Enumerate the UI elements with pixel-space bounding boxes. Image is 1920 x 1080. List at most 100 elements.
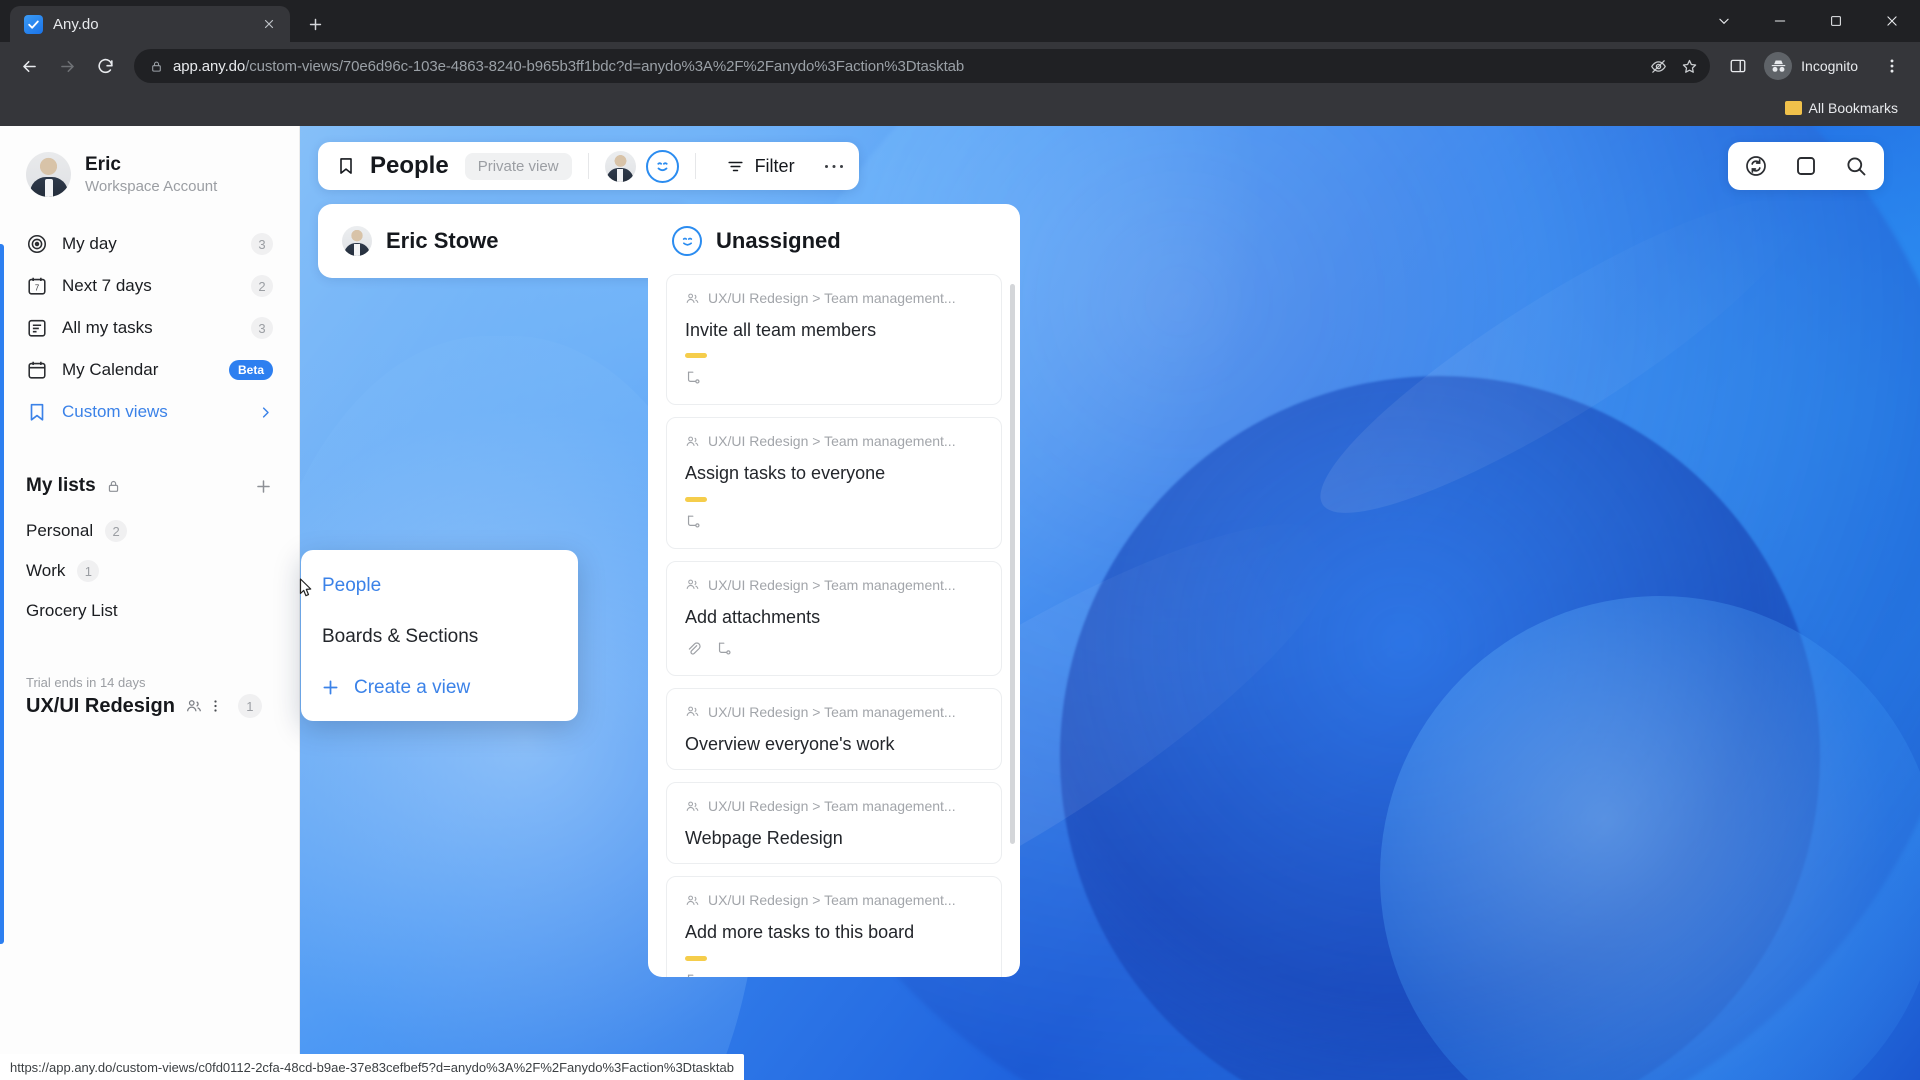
- list-item-work[interactable]: Work 1: [0, 551, 299, 591]
- card-breadcrumb: UX/UI Redesign > Team management...: [685, 798, 983, 814]
- list-item-personal[interactable]: Personal 2: [0, 511, 299, 551]
- maximize-icon[interactable]: [1808, 0, 1864, 42]
- sidebar-item-my-day[interactable]: My day 3: [14, 223, 285, 265]
- scrollbar[interactable]: [1010, 284, 1015, 967]
- window-controls: [1696, 0, 1920, 42]
- column-header[interactable]: Eric Stowe: [318, 204, 690, 278]
- minimize-icon[interactable]: [1752, 0, 1808, 42]
- scrollbar-thumb[interactable]: [1010, 284, 1015, 844]
- list-item-count: 2: [105, 520, 128, 542]
- search-icon[interactable]: [1838, 148, 1874, 184]
- list-item-grocery-list[interactable]: Grocery List: [0, 591, 299, 631]
- dropdown-item-boards-sections[interactable]: Boards & Sections: [301, 611, 578, 662]
- sidebar-item-label: My day: [62, 234, 117, 253]
- beta-badge: Beta: [228, 360, 273, 380]
- page-title: People: [370, 152, 449, 179]
- sync-icon[interactable]: [1738, 148, 1774, 184]
- profile-name: Eric: [85, 153, 121, 175]
- side-panel-icon[interactable]: [1722, 50, 1754, 82]
- avatar: [26, 152, 71, 197]
- plus-icon: [320, 677, 341, 698]
- people-icon: [685, 799, 700, 814]
- column-header[interactable]: Unassigned: [648, 204, 1020, 274]
- column-title: Eric Stowe: [386, 228, 499, 253]
- task-card[interactable]: UX/UI Redesign > Team management... Add …: [666, 560, 1002, 676]
- privacy-badge: Private view: [464, 152, 572, 180]
- browser-toolbar: app.any.do/custom-views/70e6d96c-103e-48…: [0, 42, 1920, 90]
- task-card[interactable]: UX/UI Redesign > Team management... Add …: [666, 876, 1002, 977]
- list-icon: [26, 317, 48, 339]
- task-card[interactable]: UX/UI Redesign > Team management... Invi…: [666, 274, 1002, 406]
- profile-subtitle: Workspace Account: [85, 177, 218, 195]
- back-arrow-icon[interactable]: [12, 49, 46, 83]
- chevron-right-icon[interactable]: [258, 405, 273, 420]
- browser-tab[interactable]: Any.do: [10, 6, 290, 42]
- sidebar-profile[interactable]: Eric Workspace Account: [0, 152, 299, 223]
- card-title: Invite all team members: [685, 320, 877, 340]
- toolbar-right: Incognito: [1722, 49, 1908, 83]
- my-lists-title: My lists: [26, 475, 96, 496]
- subtask-icon: [685, 972, 702, 977]
- my-lists-items: Personal 2 Work 1 Grocery List: [0, 511, 299, 631]
- page-viewport: Eric Workspace Account My day 3 7 Next 7…: [0, 126, 1920, 1080]
- calendar-icon: [26, 359, 48, 381]
- create-view-button[interactable]: Create a view: [301, 662, 578, 713]
- people-icon: [685, 291, 700, 306]
- star-icon[interactable]: [1681, 58, 1698, 75]
- card-list: UX/UI Redesign > Team management... Invi…: [666, 274, 1002, 977]
- smiley-face-icon[interactable]: [645, 149, 679, 183]
- status-badge: [685, 496, 707, 502]
- avatar: [342, 226, 372, 256]
- add-list-button[interactable]: [254, 477, 273, 496]
- dropdown-item-people[interactable]: People: [301, 560, 578, 611]
- breadcrumb: UX/UI Redesign > Team management...: [708, 798, 956, 815]
- sidebar-item-my-calendar[interactable]: My Calendar Beta: [14, 349, 285, 391]
- eye-slash-icon[interactable]: [1650, 58, 1667, 75]
- sidebar-item-label: Custom views: [62, 402, 168, 421]
- sidebar-item-custom-views[interactable]: Custom views: [14, 391, 285, 433]
- filter-label: Filter: [754, 155, 795, 176]
- chevron-down-icon[interactable]: [1696, 0, 1752, 42]
- status-badge: [685, 955, 707, 961]
- all-bookmarks-button[interactable]: All Bookmarks: [1777, 96, 1906, 120]
- sidebar-item-next-7-days[interactable]: 7 Next 7 days 2: [14, 265, 285, 307]
- new-tab-button[interactable]: [298, 7, 332, 41]
- profile-chip[interactable]: Incognito: [1760, 49, 1870, 83]
- filter-button[interactable]: Filter: [712, 148, 809, 184]
- avatar[interactable]: [604, 150, 636, 182]
- task-card[interactable]: UX/UI Redesign > Team management... Webp…: [666, 782, 1002, 865]
- profile-label: Incognito: [1801, 58, 1858, 74]
- task-card[interactable]: UX/UI Redesign > Team management... Assi…: [666, 417, 1002, 549]
- people-icon[interactable]: [185, 697, 203, 715]
- task-card[interactable]: UX/UI Redesign > Team management... Over…: [666, 687, 1002, 771]
- sidebar-item-all-my-tasks[interactable]: All my tasks 3: [14, 307, 285, 349]
- divider: [694, 153, 696, 179]
- close-icon[interactable]: [258, 13, 280, 35]
- reload-icon[interactable]: [88, 49, 122, 83]
- window-close-icon[interactable]: [1864, 0, 1920, 42]
- incognito-icon: [1764, 52, 1793, 80]
- subtask-icon: [685, 513, 702, 535]
- three-dots-vertical-icon[interactable]: [213, 697, 218, 715]
- workspace-row[interactable]: UX/UI Redesign 1: [26, 694, 273, 718]
- bookmarks-bar: All Bookmarks: [0, 90, 1920, 126]
- card-breadcrumb: UX/UI Redesign > Team management...: [685, 577, 983, 593]
- card-title: Add attachments: [685, 606, 821, 627]
- card-title: Add more tasks to this board: [685, 922, 915, 943]
- card-title: Webpage Redesign: [685, 828, 843, 849]
- bookmark-icon: [26, 401, 48, 423]
- calendar-7-icon: 7: [26, 275, 48, 297]
- column-title: Unassigned: [716, 228, 841, 253]
- url-text: app.any.do/custom-views/70e6d96c-103e-48…: [173, 58, 1640, 75]
- column-body: UX/UI Redesign > Team management... Invi…: [648, 274, 1020, 977]
- checkmark-icon: [24, 14, 43, 34]
- board-column-eric-stowe: Eric Stowe: [318, 204, 690, 278]
- smiley-face-icon: [672, 226, 702, 256]
- sidebar-nav: My day 3 7 Next 7 days 2 All my tasks 3: [0, 223, 299, 433]
- square-icon[interactable]: [1788, 148, 1824, 184]
- address-bar[interactable]: app.any.do/custom-views/70e6d96c-103e-48…: [134, 49, 1711, 83]
- list-item-label: Grocery List: [26, 601, 118, 620]
- three-dots-horizontal-icon[interactable]: [815, 148, 853, 184]
- people-icon: [685, 704, 700, 719]
- three-dots-vertical-icon[interactable]: [1876, 50, 1908, 82]
